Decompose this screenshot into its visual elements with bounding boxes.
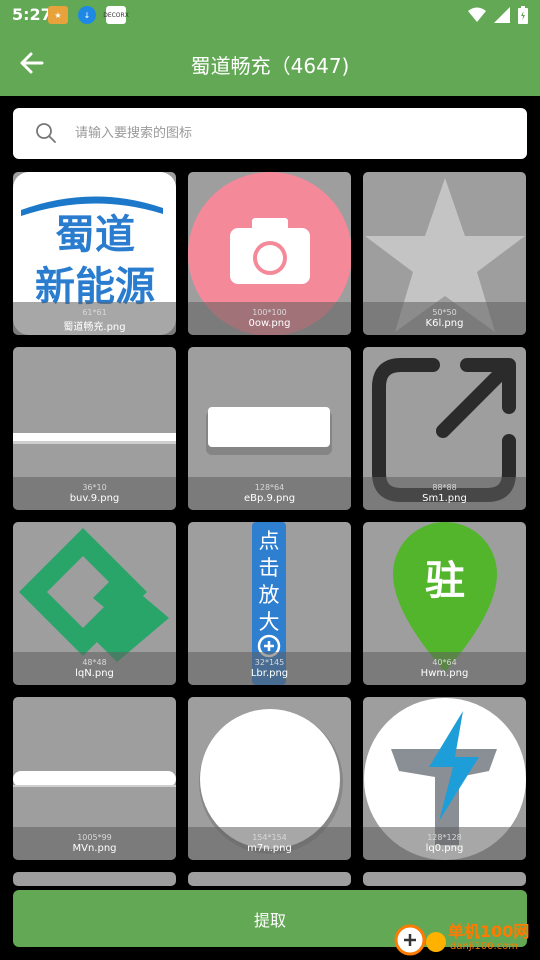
tile-name: K6l.png <box>425 318 464 329</box>
tile-size: 50*50 <box>432 308 457 317</box>
watermark-url: danji100.com <box>450 941 518 952</box>
tile-name: m7n.png <box>247 843 292 854</box>
icon-tile[interactable]: 154*154 m7n.png <box>188 697 351 860</box>
app-bar: 蜀道畅充（4647) <box>0 30 540 96</box>
tile-caption: 154*154 m7n.png <box>188 827 351 860</box>
tile-caption: 40*64 Hwm.png <box>363 652 526 685</box>
icon-tile[interactable]: 88*88 Sm1.png <box>363 347 526 510</box>
watermark-text: 单机100网 <box>448 922 530 941</box>
status-system-icons <box>468 6 528 24</box>
tile-size: 48*48 <box>82 658 107 667</box>
tile-name: Lbr.png <box>250 668 289 679</box>
tile-name: 蜀道畅充.png <box>63 322 126 333</box>
tile-name: eBp.9.png <box>243 493 296 504</box>
tile-caption: 88*88 Sm1.png <box>363 477 526 510</box>
tile-caption: 128*64 eBp.9.png <box>188 477 351 510</box>
tile-name: Hwm.png <box>420 668 469 679</box>
browser-icon: DECORX <box>103 6 129 24</box>
icon-tile[interactable]: 128*64 eBp.9.png <box>188 347 351 510</box>
tile-size: 61*61 <box>82 308 107 317</box>
tile-name: lq0.png <box>425 843 464 854</box>
wifi-icon <box>468 7 486 22</box>
icon-tile[interactable]: 点击放大 32*145 Lbr.png <box>188 522 351 685</box>
status-bar: 5:27 ★ ↓ DECORX <box>0 0 540 30</box>
download-icon: ↓ <box>78 6 96 24</box>
tile-size: 128*128 <box>427 833 462 842</box>
icon-tile[interactable]: 1005*99 MVn.png <box>13 697 176 860</box>
tile-size: 40*64 <box>432 658 457 667</box>
tile-size: 154*154 <box>252 833 287 842</box>
tile-name: MVn.png <box>72 843 117 854</box>
tile-name: 0ow.png <box>248 318 291 329</box>
tile-name: Sm1.png <box>422 493 467 504</box>
watermark: 单机100网 danji100.com <box>392 916 540 960</box>
tile-caption: 61*61 蜀道畅充.png <box>13 302 176 335</box>
tile-caption: 100*100 0ow.png <box>188 302 351 335</box>
status-time: 5:27 <box>12 5 52 24</box>
pin-text: 驻 <box>425 558 465 604</box>
watermark-logo-icon <box>394 924 446 956</box>
icon-tile[interactable]: 48*48 lqN.png <box>13 522 176 685</box>
search-input[interactable] <box>75 108 515 159</box>
tile-caption: 32*145 Lbr.png <box>188 652 351 685</box>
search-box[interactable] <box>13 108 527 159</box>
icon-tile-partial[interactable] <box>188 872 351 886</box>
tile-size: 88*88 <box>432 483 457 492</box>
tile-caption: 48*48 lqN.png <box>13 652 176 685</box>
icon-tile[interactable]: 蜀道 新能源 61*61 蜀道畅充.png <box>13 172 176 335</box>
tile-size: 128*64 <box>254 483 285 492</box>
icon-tile[interactable]: 128*128 lq0.png <box>363 697 526 860</box>
page-title: 蜀道畅充（4647) <box>190 54 350 78</box>
tile-name: buv.9.png <box>69 493 120 504</box>
tile-size: 36*10 <box>82 483 107 492</box>
logo-top-text: 蜀道 <box>55 212 135 258</box>
search-icon <box>36 123 56 143</box>
icon-tile[interactable]: 36*10 buv.9.png <box>13 347 176 510</box>
tile-caption: 50*50 K6l.png <box>363 302 526 335</box>
tile-size: 1005*99 <box>77 833 112 842</box>
icon-tile[interactable]: 驻 40*64 Hwm.png <box>363 522 526 685</box>
zoom-tag-text: 点击放大 <box>258 529 280 634</box>
signal-icon <box>494 7 510 23</box>
tile-name: lqN.png <box>75 668 114 679</box>
icon-tile[interactable]: 50*50 K6l.png <box>363 172 526 335</box>
status-notification-icons: ★ ↓ DECORX <box>48 6 129 24</box>
battery-icon <box>518 6 528 24</box>
tile-size: 100*100 <box>252 308 287 317</box>
tile-caption: 128*128 lq0.png <box>363 827 526 860</box>
icon-tile[interactable]: 100*100 0ow.png <box>188 172 351 335</box>
tile-caption: 36*10 buv.9.png <box>13 477 176 510</box>
tile-size: 32*145 <box>254 658 285 667</box>
icon-tile-partial[interactable] <box>363 872 526 886</box>
icon-tile-partial[interactable] <box>13 872 176 886</box>
tile-caption: 1005*99 MVn.png <box>13 827 176 860</box>
app-store-icon: ★ <box>48 6 68 24</box>
